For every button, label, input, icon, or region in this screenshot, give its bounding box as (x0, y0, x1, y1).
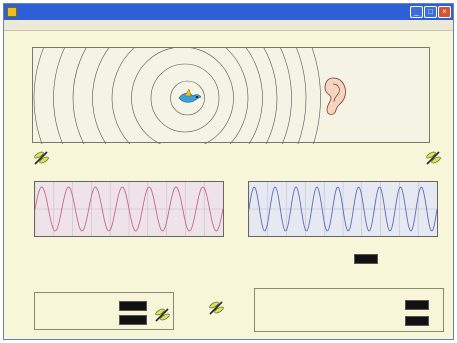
source-waveform (34, 182, 224, 236)
source-speed-field[interactable] (119, 301, 147, 311)
observer-settings-group (254, 288, 444, 332)
bird-icon[interactable] (178, 88, 202, 103)
dragonfly-icon[interactable] (32, 150, 50, 166)
dragonfly-icon[interactable] (424, 150, 442, 166)
wavefront-panel (14, 4, 430, 252)
wavefront-canvas (14, 4, 346, 252)
app-window: _ □ × (3, 3, 454, 340)
wavefront-ring (111, 29, 249, 167)
observer-recede-field[interactable] (405, 316, 429, 326)
dragonfly-icon[interactable] (153, 307, 171, 323)
observer-waveform (248, 182, 438, 236)
wavefront-ring (14, 4, 321, 252)
dragonfly-icon[interactable] (207, 300, 225, 316)
close-button[interactable]: × (438, 6, 451, 18)
menu-bar (4, 20, 453, 31)
observer-approach-field[interactable] (405, 300, 429, 310)
app-icon (7, 7, 17, 17)
observer-speed-field[interactable] (354, 254, 378, 264)
wavefront-ring (72, 4, 278, 201)
maximize-button[interactable]: □ (424, 6, 437, 18)
source-frequency-field[interactable] (119, 315, 147, 325)
wavefront-ring (33, 4, 307, 235)
title-bar: _ □ × (4, 4, 453, 20)
wavefront-ring (92, 12, 263, 184)
minimize-button[interactable]: _ (410, 6, 423, 18)
ear-icon (324, 77, 346, 115)
window-controls: _ □ × (410, 6, 451, 18)
source-settings-group (34, 292, 174, 330)
observer-waveform-plot (248, 181, 438, 237)
source-waveform-plot (34, 181, 224, 237)
